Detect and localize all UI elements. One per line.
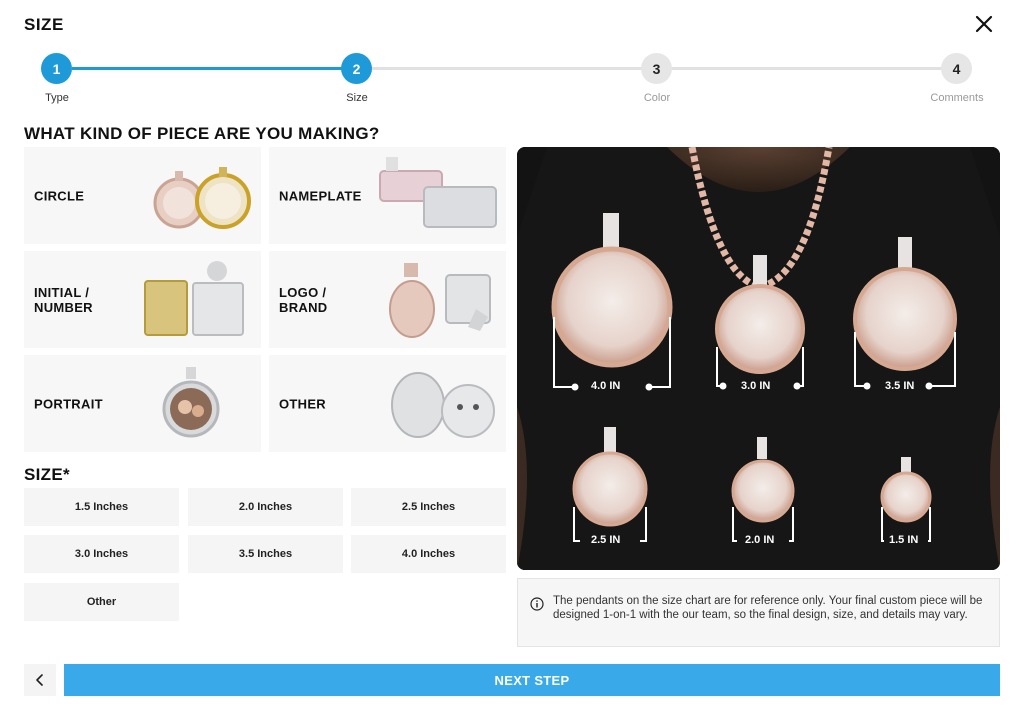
size-label-3-0: 3.0 IN [741,380,771,392]
size-option-3-5[interactable]: 3.5 Inches [188,535,343,573]
piece-option-other[interactable]: OTHER [269,355,506,452]
size-label-4-0: 4.0 IN [591,380,621,392]
size-label-2-5: 2.5 IN [591,534,621,546]
piece-option-label: OTHER [279,396,326,411]
size-disclaimer: The pendants on the size chart are for r… [517,578,1000,647]
size-option-3-0[interactable]: 3.0 Inches [24,535,179,573]
step-2-dot[interactable]: 2 [341,53,372,84]
step-3-dot[interactable]: 3 [641,53,672,84]
close-icon [975,15,993,33]
step-3-label: Color [643,92,671,104]
size-chart-image: 4.0 IN 3.0 IN 3.5 IN 2.5 IN 2.0 IN 1.5 I… [517,147,1000,570]
initial-number-pendant-image [144,261,244,336]
page-title: SIZE [24,15,64,34]
size-chart-illustration [517,147,1000,570]
step-1-label: Type [45,92,69,104]
other-pendant-image [391,372,495,438]
piece-option-label: NAMEPLATE [279,188,362,203]
close-button[interactable] [972,12,996,36]
step-1-dot[interactable]: 1 [41,53,72,84]
size-label-3-5: 3.5 IN [885,380,915,392]
piece-option-label: LOGO / BRAND [279,284,328,315]
circle-pendant-image [153,167,251,229]
piece-option-portrait[interactable]: PORTRAIT [24,355,261,452]
portrait-pendant-image [162,367,220,438]
size-heading: SIZE* [24,465,70,484]
step-4-label: Comments [930,92,984,104]
size-option-2-5[interactable]: 2.5 Inches [351,488,506,526]
piece-option-label: CIRCLE [34,188,85,203]
size-option-1-5[interactable]: 1.5 Inches [24,488,179,526]
size-option-other[interactable]: Other [24,583,179,621]
piece-option-logo-brand[interactable]: LOGO / BRAND [269,251,506,348]
stepper-track-complete [72,67,342,70]
piece-option-nameplate[interactable]: NAMEPLATE [269,147,506,244]
size-disclaimer-text: The pendants on the size chart are for r… [553,595,983,621]
progress-stepper: 1 Type 2 Size 3 Color 4 Comments [0,52,1024,112]
step-2-label: Size [346,92,368,104]
logo-brand-pendant-image [389,263,491,338]
size-option-2-0[interactable]: 2.0 Inches [188,488,343,526]
size-label-1-5: 1.5 IN [889,534,919,546]
size-option-4-0[interactable]: 4.0 Inches [351,535,506,573]
piece-option-initial-number[interactable]: INITIAL / NUMBER [24,251,261,348]
piece-option-circle[interactable]: CIRCLE [24,147,261,244]
chevron-left-icon [36,674,43,686]
piece-option-label: PORTRAIT [34,396,103,411]
nameplate-pendant-image [379,157,497,228]
info-icon [530,597,544,611]
back-button[interactable] [24,664,56,696]
piece-type-heading: WHAT KIND OF PIECE ARE YOU MAKING? [24,124,380,143]
next-step-button[interactable]: NEXT STEP [64,664,1000,696]
step-4-dot[interactable]: 4 [941,53,972,84]
piece-option-label: INITIAL / NUMBER [34,284,93,315]
size-label-2-0: 2.0 IN [745,534,775,546]
